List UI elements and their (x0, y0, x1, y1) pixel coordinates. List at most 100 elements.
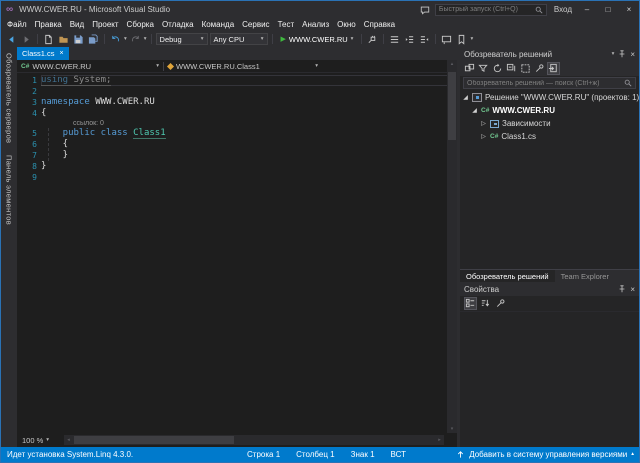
menu-item-9[interactable]: Анализ (298, 18, 333, 31)
zoom-dropdown[interactable]: 100 % ▾ (17, 436, 61, 445)
quick-launch-search[interactable]: Быстрый запуск (Ctrl+Q) (435, 4, 547, 16)
tool-tab-server-explorer[interactable]: Обозреватель серверов (5, 53, 14, 143)
indent-icon[interactable] (403, 33, 416, 46)
expander-icon[interactable]: ▷ (480, 133, 487, 140)
menu-item-10[interactable]: Окно (333, 18, 360, 31)
tab-solution-explorer[interactable]: Обозреватель решений (460, 270, 555, 282)
refresh-icon[interactable] (491, 62, 504, 75)
tool-tab-toolbox[interactable]: Панель элементов (5, 155, 14, 225)
code-line[interactable]: 8} (17, 161, 457, 172)
alphabetical-sort-icon[interactable] (479, 297, 492, 310)
expander-icon[interactable]: ◢ (471, 107, 478, 114)
horizontal-scrollbar-thumb[interactable] (74, 436, 234, 444)
tree-item-solution[interactable]: ◢Решение "WWW.CWER.RU" (проектов: 1) (460, 91, 639, 104)
filter-icon[interactable] (477, 62, 490, 75)
minimize-button[interactable]: – (579, 1, 595, 18)
type-dropdown[interactable]: WWW.CWER.RU.Class1 ▾ (164, 60, 322, 72)
solution-platform-dropdown[interactable]: Any CPU ▾ (210, 33, 268, 45)
tree-item-dependencies[interactable]: ▷Зависимости (460, 117, 639, 130)
start-debugging-button[interactable]: ▶ WWW.CWER.RU ▾ (277, 33, 358, 45)
close-button[interactable]: × (621, 1, 637, 18)
sync-with-active-document-icon[interactable] (547, 62, 560, 75)
code-line[interactable]: 9 (17, 172, 457, 183)
close-icon[interactable]: × (60, 50, 64, 57)
code-line[interactable]: 7 } (17, 150, 457, 161)
switch-views-icon[interactable] (463, 62, 476, 75)
maximize-button[interactable]: □ (600, 1, 616, 18)
properties-icon[interactable] (533, 62, 546, 75)
outdent-icon[interactable] (418, 33, 431, 46)
vertical-scrollbar-thumb[interactable] (448, 72, 456, 140)
undo-dropdown-icon[interactable]: ▾ (124, 37, 127, 42)
window-menu-icon[interactable]: ▾ (612, 52, 615, 57)
redo-icon[interactable] (129, 33, 142, 46)
save-icon[interactable] (72, 33, 85, 46)
list-icon[interactable] (388, 33, 401, 46)
solution-configuration-dropdown[interactable]: Debug ▾ (156, 33, 208, 45)
scroll-right-icon[interactable]: ▸ (435, 435, 444, 445)
close-icon[interactable]: × (630, 285, 635, 294)
save-all-icon[interactable] (87, 33, 100, 46)
toolbar-overflow-icon[interactable]: ▾ (470, 37, 473, 42)
chevron-down-icon: ▾ (351, 37, 354, 42)
expander-icon[interactable]: ▷ (480, 120, 487, 127)
scroll-left-icon[interactable]: ◂ (64, 435, 73, 445)
tab-team-explorer[interactable]: Team Explorer (555, 270, 615, 282)
code-line[interactable]: 3namespace WWW.CWER.RU (17, 97, 457, 108)
properties-header[interactable]: Свойства × (460, 282, 639, 296)
feedback-icon[interactable] (420, 5, 430, 15)
tree-item-class1-file[interactable]: ▷C#Class1.cs (460, 130, 639, 143)
categorized-icon[interactable] (464, 297, 477, 310)
project-dropdown[interactable]: C# WWW.CWER.RU ▾ (17, 60, 163, 72)
code-line[interactable]: 2 (17, 86, 457, 97)
close-icon[interactable]: × (630, 50, 635, 59)
codelens-text[interactable]: ссылок: 0 (41, 119, 457, 128)
attach-icon[interactable] (366, 33, 379, 46)
pin-icon[interactable] (618, 50, 626, 58)
status-column: Столбец 1 (296, 450, 335, 459)
code-text (41, 172, 457, 183)
collapse-all-icon[interactable] (505, 62, 518, 75)
code-line[interactable]: 1using System; (17, 75, 457, 86)
source-control-button[interactable]: Добавить в систему управления версиями ▴ (456, 450, 634, 459)
scroll-down-icon[interactable]: ▾ (447, 425, 457, 433)
menu-item-4[interactable]: Сборка (123, 18, 158, 31)
code-line[interactable]: 5 public class Class1 (17, 128, 457, 139)
solution-explorer-header[interactable]: Обозреватель решений ▾ × (460, 47, 639, 61)
open-file-icon[interactable] (57, 33, 70, 46)
menu-item-7[interactable]: Сервис (238, 18, 273, 31)
code-token: public class (41, 128, 128, 138)
property-pages-icon[interactable] (494, 297, 507, 310)
tab-class1-cs[interactable]: Class1.cs × (17, 47, 69, 60)
menu-item-2[interactable]: Вид (66, 18, 88, 31)
menu-item-8[interactable]: Тест (274, 18, 299, 31)
new-file-icon[interactable] (42, 33, 55, 46)
tree-item-project[interactable]: ◢C#WWW.CWER.RU (460, 104, 639, 117)
code-editor[interactable]: 1using System;23namespace WWW.CWER.RU4{с… (17, 73, 457, 433)
menu-item-0[interactable]: Файл (3, 18, 31, 31)
menu-item-11[interactable]: Справка (360, 18, 399, 31)
code-text: } (41, 150, 457, 161)
code-token: namespace (41, 97, 90, 107)
redo-dropdown-icon[interactable]: ▾ (144, 37, 147, 42)
search-input[interactable]: Обозреватель решений — поиск (Ctrl+ж) (463, 77, 636, 89)
codelens-row[interactable]: ссылок: 0 (17, 119, 457, 128)
vertical-scrollbar[interactable]: ▴ ▾ (447, 60, 457, 433)
navigate-forward-icon[interactable] (20, 33, 33, 46)
menu-item-3[interactable]: Проект (88, 18, 122, 31)
bookmark-icon[interactable] (455, 33, 468, 46)
menu-item-5[interactable]: Отладка (158, 18, 198, 31)
menu-item-1[interactable]: Правка (31, 18, 66, 31)
code-line[interactable]: 4{ (17, 108, 457, 119)
horizontal-scrollbar[interactable]: ◂ ▸ (64, 435, 444, 445)
pin-icon[interactable] (618, 285, 626, 293)
code-line[interactable]: 6 { (17, 139, 457, 150)
sign-in-link[interactable]: Вход (552, 5, 574, 14)
scroll-up-icon[interactable]: ▴ (447, 60, 457, 68)
menu-item-6[interactable]: Команда (198, 18, 239, 31)
comment-icon[interactable] (440, 33, 453, 46)
navigate-backward-icon[interactable] (5, 33, 18, 46)
undo-icon[interactable] (109, 33, 122, 46)
expander-icon[interactable]: ◢ (462, 94, 469, 101)
show-all-files-icon[interactable] (519, 62, 532, 75)
